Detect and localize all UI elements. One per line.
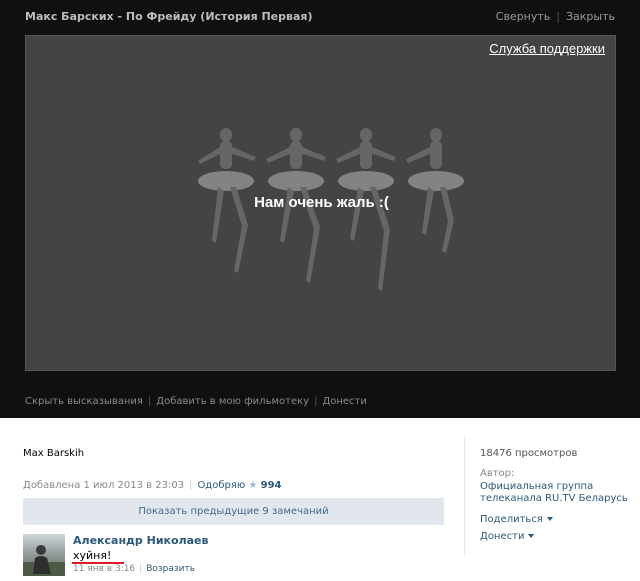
playback-error-message: Нам очень жаль :( [254, 194, 389, 211]
report-label: Донести [480, 531, 525, 542]
separator: | [189, 480, 193, 491]
author-label: Автор: [480, 468, 515, 479]
video-actions-bar: Скрыть высказывания | Добавить в мою фильм… [25, 396, 367, 407]
add-to-library-link[interactable]: Добавить в мою фильмотеку [156, 396, 309, 407]
comment-item: Александр Николаев хуйня! 11 янв в 3:16 |… [23, 534, 443, 578]
support-link[interactable]: Служба поддержки [489, 41, 605, 56]
view-count: 18476 просмотров [480, 448, 578, 459]
author-link[interactable]: Официальная группа телеканала RU.TV Бела… [480, 481, 630, 505]
uploader-name: Max Barskih [23, 448, 85, 459]
separator: | [147, 396, 152, 407]
video-title: Макс Барских - По Фрейду (История Первая… [25, 10, 313, 23]
chevron-down-icon [528, 534, 535, 538]
video-meta: Добавлена 1 июл 2013 в 23:03 | Одобряю ★ 9… [23, 480, 282, 491]
show-previous-comments-button[interactable]: Показать предыдущие 9 замечаний [23, 498, 444, 525]
ballet-dancers-image [198, 128, 464, 291]
video-player[interactable]: Служба поддержки Нам очень жаль:( [25, 35, 616, 371]
report-menu[interactable]: Донести [480, 531, 535, 542]
like-button[interactable]: Одобряю [197, 480, 245, 491]
close-button[interactable]: Закрыть [566, 10, 615, 23]
video-sidebar: 18476 просмотров Автор: Официальная груп… [464, 436, 634, 556]
separator: | [139, 564, 143, 574]
comment-text: хуйня! [73, 549, 112, 562]
separator: | [556, 10, 560, 23]
comment-date: 11 янв в 3:16 [73, 564, 136, 574]
video-viewer-header: Макс Барских - По Фрейду (История Первая… [0, 0, 640, 418]
hide-comments-link[interactable]: Скрыть высказывания [25, 396, 143, 407]
share-menu[interactable]: Поделиться [480, 514, 553, 525]
reply-link[interactable]: Возразить [146, 564, 195, 574]
report-video-link[interactable]: Донести [322, 396, 366, 407]
comment-author[interactable]: Александр Николаев [73, 534, 208, 547]
separator: | [314, 396, 318, 407]
minimize-button[interactable]: Свернуть [496, 10, 551, 23]
chevron-down-icon [546, 517, 553, 521]
avatar[interactable] [23, 534, 65, 576]
share-label: Поделиться [480, 514, 543, 525]
like-count: 994 [260, 480, 282, 491]
added-date: Добавлена 1 июл 2013 в 23:03 [23, 480, 185, 491]
comment-meta: 11 янв в 3:16 | Возразить [73, 564, 195, 574]
person-silhouette-icon [23, 545, 65, 576]
star-icon: ★ [248, 480, 258, 491]
window-actions: Свернуть | Закрыть [496, 10, 615, 23]
